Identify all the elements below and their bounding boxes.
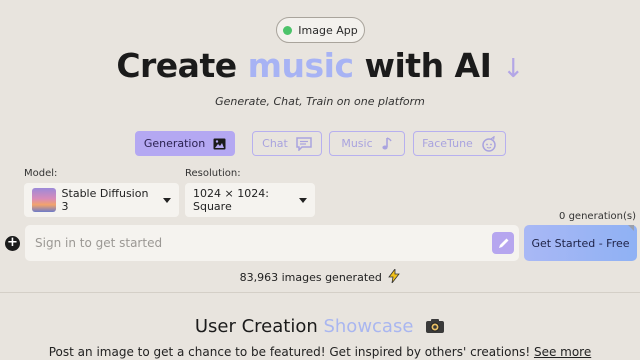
chevron-down-icon (163, 197, 171, 203)
model-thumbnail (32, 188, 56, 212)
resolution-label: Resolution: (185, 168, 241, 179)
app-badge-label: Image App (298, 23, 358, 37)
status-dot (283, 25, 293, 35)
showcase-title-highlight: Showcase (323, 316, 414, 337)
showcase-subtitle-text: Post an image to get a chance to be feat… (48, 345, 534, 359)
showcase-subtitle: Post an image to get a chance to be feat… (0, 345, 640, 359)
showcase-title-prefix: User Creation (194, 316, 324, 337)
page-title: Create music with AI ↓ (0, 46, 640, 85)
camera-icon (426, 319, 445, 333)
get-started-button[interactable]: Get Started - Free (524, 225, 637, 261)
generation-count: 0 generation(s) (559, 211, 636, 222)
tab-music-label: Music (341, 137, 373, 150)
tab-generation[interactable]: Generation (135, 131, 235, 156)
model-label: Model: (24, 168, 58, 179)
chevron-down-icon (299, 197, 307, 203)
arrow-down-icon: ↓ (502, 54, 524, 84)
pen-icon[interactable] (492, 232, 514, 254)
see-more-link[interactable]: See more (534, 345, 591, 359)
model-value: Stable Diffusion 3 (61, 187, 149, 213)
resolution-select[interactable]: 1024 × 1024: Square (185, 183, 315, 217)
tab-chat-label: Chat (262, 137, 288, 150)
chat-icon (296, 136, 312, 151)
app-badge[interactable]: Image App (276, 17, 365, 43)
model-select[interactable]: Stable Diffusion 3 (24, 183, 179, 217)
showcase-title: User Creation Showcase (0, 316, 640, 337)
mode-tabs: Generation Chat Music FaceTune (0, 131, 640, 157)
tab-facetune[interactable]: FaceTune (413, 131, 506, 156)
image-icon (213, 138, 226, 149)
music-note-icon (382, 136, 392, 149)
tab-facetune-label: FaceTune (422, 137, 473, 150)
tab-chat[interactable]: Chat (252, 131, 322, 156)
add-icon[interactable]: + (5, 236, 20, 251)
resolution-value: 1024 × 1024: Square (193, 187, 269, 213)
title-prefix: Create (116, 46, 248, 85)
title-suffix: with AI (353, 46, 492, 85)
section-divider (0, 292, 640, 293)
title-highlight: music (247, 46, 354, 85)
images-generated-stat: 83,963 images generated (0, 267, 640, 284)
page-subtitle: Generate, Chat, Train on one platform (215, 95, 425, 108)
lightning-icon (388, 267, 401, 284)
corner-marker (628, 225, 634, 231)
tab-music[interactable]: Music (329, 131, 405, 156)
tab-generation-label: Generation (143, 137, 206, 150)
stats-text: 83,963 images generated (239, 271, 382, 284)
face-icon (482, 135, 496, 152)
get-started-label: Get Started - Free (531, 236, 630, 250)
prompt-input[interactable] (25, 225, 519, 261)
